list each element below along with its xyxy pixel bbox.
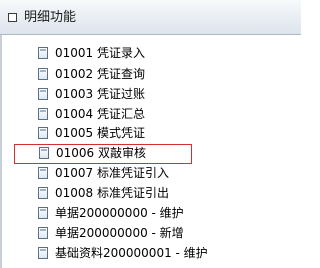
tree-item-label: 单据200000000 - 维护 (55, 206, 184, 220)
collapse-toggle-icon[interactable] (8, 13, 17, 22)
tree-item-label: 01001 凭证录入 (55, 46, 145, 60)
document-icon (38, 127, 48, 139)
document-icon (38, 108, 48, 120)
tree-item-label: 01004 凭证汇总 (55, 107, 145, 121)
document-icon (38, 88, 48, 100)
tree-item-label: 01003 凭证过账 (55, 87, 145, 101)
tree-item-label: 01007 标准凭证引入 (55, 166, 169, 180)
panel-header[interactable]: 明细功能 (0, 0, 301, 35)
tree-item-label: 01006 双敲审核 (56, 146, 146, 160)
document-icon (38, 167, 48, 179)
document-icon (38, 207, 48, 219)
document-icon (38, 68, 48, 80)
document-icon (38, 187, 48, 199)
tree-item-label: 单据200000000 - 新增 (55, 226, 184, 240)
tree-item-label: 01005 模式凭证 (55, 126, 145, 140)
tree-item-01006-selected[interactable]: 01006 双敲审核 (14, 144, 192, 164)
tree-item-label: 基础资料200000001 - 维护 (55, 246, 208, 260)
tree-item-label: 01002 凭证查询 (55, 67, 145, 81)
panel-left-border (0, 35, 2, 268)
panel-title: 明细功能 (24, 10, 77, 25)
tree-item-label: 01008 标准凭证引出 (55, 186, 169, 200)
document-icon (38, 47, 48, 59)
document-icon (38, 247, 48, 259)
document-icon (38, 227, 48, 239)
document-icon (39, 147, 49, 159)
